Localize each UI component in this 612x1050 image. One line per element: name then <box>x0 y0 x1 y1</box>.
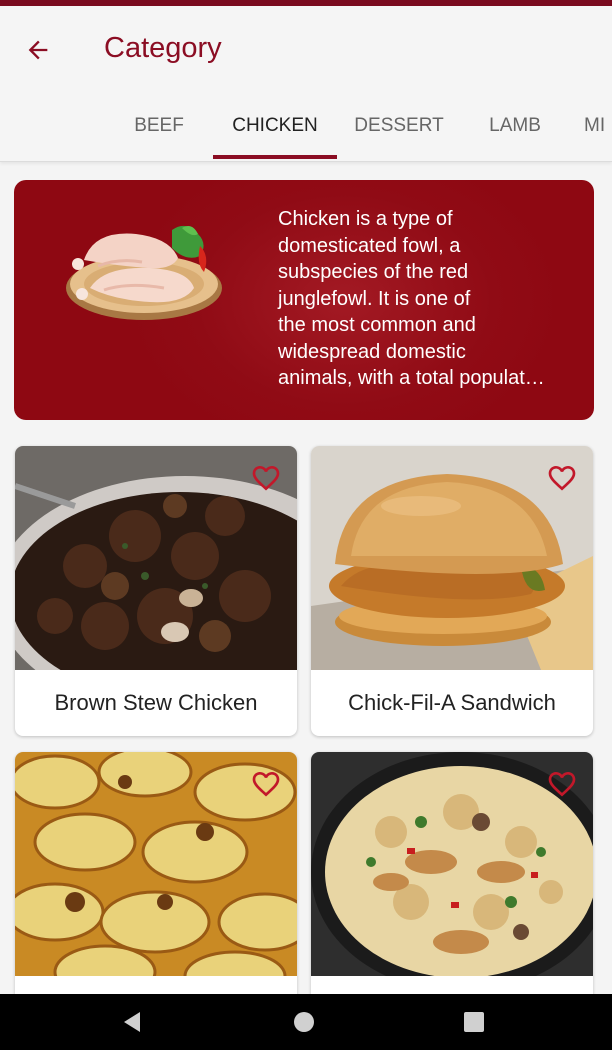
category-tabs: BEEF CHICKEN DESSERT LAMB MI <box>0 104 612 162</box>
heart-outline-icon[interactable] <box>545 768 579 800</box>
meal-card-brown-stew-chicken[interactable]: Brown Stew Chicken <box>15 446 297 736</box>
description-line: animals, with a total populat… <box>278 367 545 389</box>
description-line: the most common and <box>278 314 476 336</box>
tab-dessert[interactable]: DESSERT <box>344 104 454 162</box>
system-navigation-bar <box>0 994 612 1050</box>
tab-lamb[interactable]: LAMB <box>468 104 562 162</box>
tab-chicken[interactable]: CHICKEN <box>213 104 337 162</box>
app-bar: Category BEEF CHICKEN DESSERT LAMB MI <box>0 6 612 162</box>
page-title: Category <box>104 32 222 64</box>
description-line: Chicken is a type of <box>278 208 453 230</box>
meal-name: Brown Stew Chicken <box>54 690 258 715</box>
circle-home-icon[interactable] <box>290 1008 318 1036</box>
tab-miscellaneous[interactable]: MI <box>584 104 612 162</box>
tab-indicator <box>213 155 337 159</box>
arrow-left-icon <box>28 40 48 60</box>
triangle-back-icon[interactable] <box>118 1008 146 1036</box>
heart-outline-icon[interactable] <box>249 768 283 800</box>
heart-outline-icon[interactable] <box>249 462 283 494</box>
description-line: subspecies of the red <box>278 261 469 283</box>
description-line: domesticated fowl, a <box>278 234 461 257</box>
raw-chicken-plate-image <box>66 225 222 320</box>
meal-card-chick-fil-a-sandwich[interactable]: Chick-Fil-A Sandwich <box>311 446 593 736</box>
square-recents-icon[interactable] <box>460 1008 488 1036</box>
meal-name: Chick-Fil-A Sandwich <box>348 690 556 715</box>
category-description: Chicken is a type of domesticated fowl, … <box>278 206 578 392</box>
category-banner: Chicken is a type of domesticated fowl, … <box>14 180 594 420</box>
meal-card-potato-bake[interactable] <box>15 752 297 1012</box>
back-button[interactable] <box>14 26 62 74</box>
description-line: widespread domestic <box>278 340 466 363</box>
description-line: junglefowl. It is one of <box>278 287 471 310</box>
meal-card-chicken-pasta[interactable] <box>311 752 593 1012</box>
heart-outline-icon[interactable] <box>545 462 579 494</box>
tab-beef[interactable]: BEEF <box>112 104 206 162</box>
